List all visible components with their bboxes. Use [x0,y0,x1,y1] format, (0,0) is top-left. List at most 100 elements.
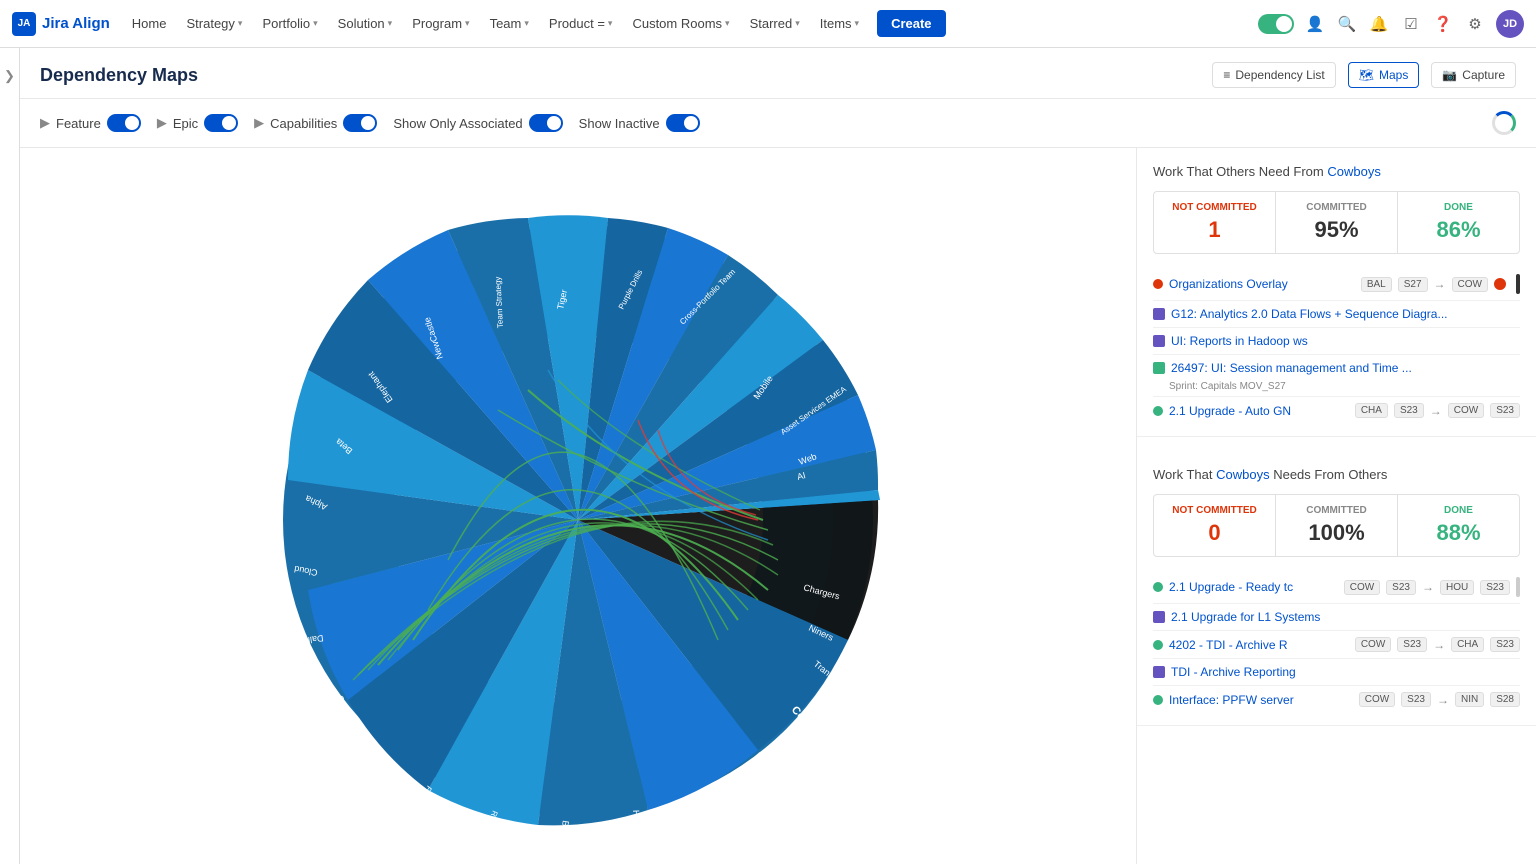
settings-icon[interactable]: ⚙ [1464,13,1486,35]
scrollbar-thumb [1516,577,1520,597]
nav-portfolio[interactable]: Portfolio▾ [254,12,325,35]
show-inactive-toggle[interactable] [666,114,700,132]
nav-home[interactable]: Home [124,12,175,35]
to-tag: COW [1452,277,1488,292]
panel-section-others-need: Work That Others Need From Cowboys NOT C… [1137,148,1536,437]
logo[interactable]: JA Jira Align [12,12,110,36]
feature-toggle[interactable] [107,114,141,132]
user-circle-icon[interactable]: 👤 [1304,13,1326,35]
dep-item-session: 26497: UI: Session management and Time .… [1153,355,1520,397]
dep-story-icon [1153,362,1165,374]
panel-cowboys-link-1[interactable]: Cowboys [1327,164,1380,179]
dep-epic-icon [1153,335,1165,347]
checkbox-icon[interactable]: ☑ [1400,13,1422,35]
to-sprint: S23 [1490,637,1520,652]
dep-name[interactable]: 4202 - TDI - Archive R [1169,638,1349,652]
from-sprint: S23 [1401,692,1431,707]
dep-name[interactable]: Interface: PPFW server [1169,693,1353,707]
dep-name[interactable]: G12: Analytics 2.0 Data Flows + Sequence… [1171,307,1520,321]
dep-name[interactable]: UI: Reports in Hadoop ws [1171,334,1520,348]
help-icon[interactable]: ❓ [1432,13,1454,35]
page-title: Dependency Maps [40,65,198,86]
arrow-icon: → [1437,693,1449,707]
dep-status-dot [1153,279,1163,289]
dep-sub: Sprint: Capitals MOV_S27 [1169,381,1520,396]
nav-custom-rooms[interactable]: Custom Rooms▾ [624,12,737,35]
panel-section-2-title: Work That Cowboys Needs From Others [1153,453,1520,482]
bell-icon[interactable]: 🔔 [1368,13,1390,35]
capture-icon: 📷 [1442,68,1457,82]
nav-toggle[interactable] [1258,14,1294,34]
to-sprint: S28 [1490,692,1520,707]
show-associated-toggle[interactable] [529,114,563,132]
epic-toggle[interactable] [204,114,238,132]
from-tag: COW [1355,637,1391,652]
nav-items[interactable]: Items▾ [812,12,867,35]
label-baltimore: Baltimore [696,788,715,827]
from-tag: COW [1359,692,1395,707]
nav-product[interactable]: Product =▾ [541,12,621,35]
arrow-icon: → [1433,638,1445,652]
dep-status-dot [1153,582,1163,592]
dep-name[interactable]: Organizations Overlay [1169,277,1355,291]
dep-epic-icon [1153,308,1165,320]
page-content: Dependency Maps ≡ Dependency List 🗺 Maps… [20,48,1536,864]
nav-solution[interactable]: Solution▾ [330,12,401,35]
panel-cowboys-link-2[interactable]: Cowboys [1216,467,1269,482]
from-sprint: S27 [1398,277,1428,292]
search-icon[interactable]: 🔍 [1336,13,1358,35]
nav-team[interactable]: Team▾ [482,12,537,35]
dep-item-g12: G12: Analytics 2.0 Data Flows + Sequence… [1153,301,1520,328]
dep-item-upgrade-l1: 2.1 Upgrade for L1 Systems [1153,604,1520,631]
dep-status-dot [1153,406,1163,416]
loading-spinner-icon [1492,111,1516,135]
label-dallas: Dallas [297,633,324,646]
dep-item-ui-reports: UI: Reports in Hadoop ws [1153,328,1520,355]
stat-done-2: DONE 88% [1398,495,1519,556]
to-sprint: S23 [1480,580,1510,595]
label-cowboys: Cowboys [789,704,831,748]
dep-status-dot [1153,640,1163,650]
chord-diagram[interactable]: AI Web Asset Services EMEA Mobile Charge… [268,210,888,830]
nav-program[interactable]: Program▾ [404,12,477,35]
maps-button[interactable]: 🗺 Maps [1348,62,1420,88]
dep-epic-icon [1153,611,1165,623]
nav-icon-group: 👤 🔍 🔔 ☑ ❓ ⚙ JD [1258,10,1524,38]
section2-stats: NOT COMMITTED 0 COMMITTED 100% DONE 88% [1153,494,1520,557]
dep-epic-icon [1153,666,1165,678]
right-panel: Work That Others Need From Cowboys NOT C… [1136,148,1536,864]
dep-item-upgrade-auto: 2.1 Upgrade - Auto GN CHA S23 → COW S23 [1153,397,1520,424]
dep-status-dot [1153,695,1163,705]
filter-epic: ▶ Epic [157,114,238,132]
sidebar-toggle[interactable]: ❯ [0,48,20,864]
dep-item-ppfw: Interface: PPFW server COW S23 → NIN S28 [1153,686,1520,713]
top-navigation: JA Jira Align Home Strategy▾ Portfolio▾ … [0,0,1536,48]
capture-button[interactable]: 📷 Capture [1431,62,1516,88]
from-sprint: S23 [1397,637,1427,652]
main-container: ❯ Dependency Maps ≡ Dependency List 🗺 Ma… [0,48,1536,864]
to-tag: CHA [1451,637,1484,652]
nav-starred[interactable]: Starred▾ [742,12,808,35]
avatar[interactable]: JD [1496,10,1524,38]
arrow-icon: → [1430,404,1442,418]
stat-done-1: DONE 86% [1398,192,1519,253]
to-sprint: S23 [1490,403,1520,418]
dep-item-upgrade-ready: 2.1 Upgrade - Ready tc COW S23 → HOU S23 [1153,571,1520,604]
from-tag: CHA [1355,403,1388,418]
dep-name[interactable]: 2.1 Upgrade for L1 Systems [1171,610,1520,624]
capabilities-toggle[interactable] [343,114,377,132]
arrow-icon: → [1422,580,1434,594]
end-status-dot [1494,278,1506,290]
dep-name[interactable]: TDI - Archive Reporting [1171,665,1520,679]
dep-name[interactable]: 2.1 Upgrade - Ready tc [1169,580,1338,594]
filter-show-inactive: Show Inactive [579,114,700,132]
dependency-list-button[interactable]: ≡ Dependency List [1212,62,1335,88]
from-tag: COW [1344,580,1380,595]
section1-stats: NOT COMMITTED 1 COMMITTED 95% DONE 86% [1153,191,1520,254]
diagram-area[interactable]: AI Web Asset Services EMEA Mobile Charge… [20,148,1136,864]
nav-strategy[interactable]: Strategy▾ [178,12,250,35]
create-button[interactable]: Create [877,10,945,37]
dep-name[interactable]: 2.1 Upgrade - Auto GN [1169,404,1349,418]
dep-name[interactable]: 26497: UI: Session management and Time .… [1171,361,1520,375]
drag-handle[interactable] [1516,274,1520,294]
